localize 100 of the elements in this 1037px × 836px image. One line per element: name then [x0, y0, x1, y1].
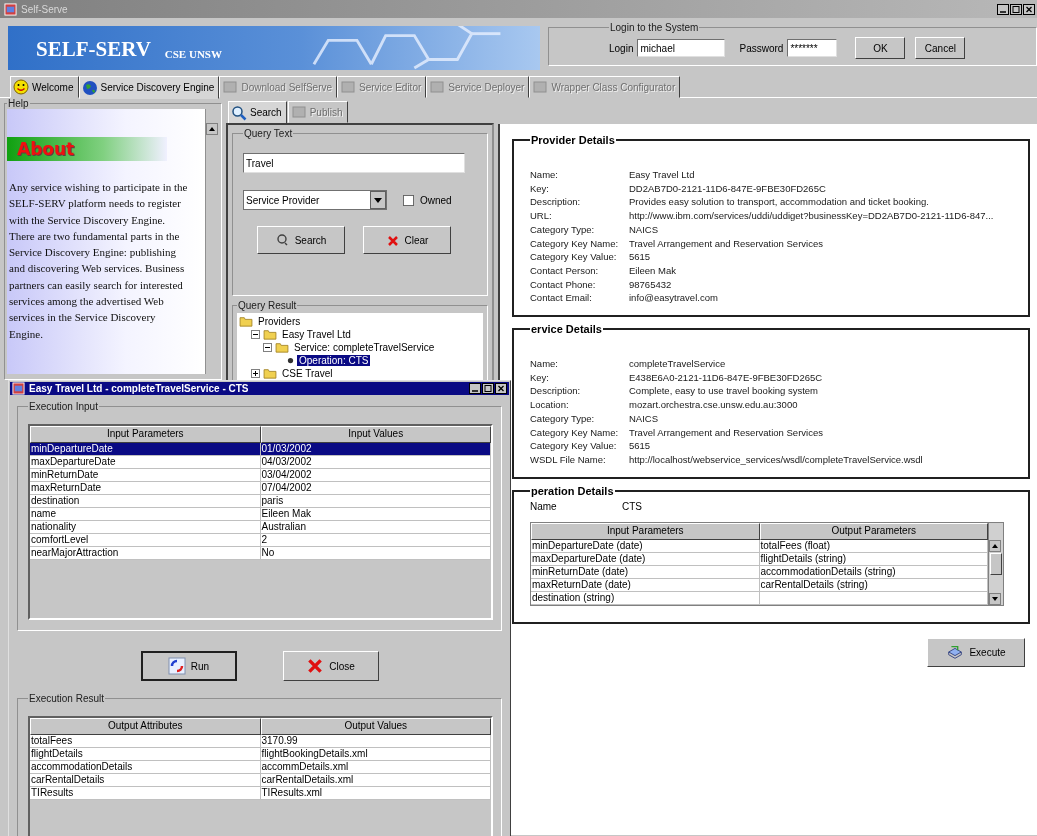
scroll-up-button[interactable] — [989, 539, 1001, 552]
table-cell: carRentalDetails (string) — [759, 578, 988, 591]
field-value: Travel Arrangement and Reservation Services — [629, 236, 824, 251]
table-row[interactable]: minReturnDate 03/04/2002 — [30, 469, 491, 482]
field-value: Easy Travel Ltd — [629, 168, 696, 182]
column-header[interactable]: Output Values — [260, 718, 491, 735]
box-icon — [222, 79, 239, 95]
table-cell: name — [30, 508, 261, 520]
minimize-button[interactable] — [997, 3, 1009, 15]
run-button[interactable]: Run — [140, 651, 237, 681]
field-label: URL: — [530, 209, 553, 223]
password-field[interactable]: ******* — [787, 39, 838, 57]
banner-title: SELF-SERV — [36, 39, 151, 60]
tree-item[interactable]: Easy Travel Ltd — [280, 329, 353, 340]
column-header[interactable]: Output Parameters — [759, 522, 988, 540]
column-header[interactable]: Input Values — [260, 426, 491, 443]
table-cell: flightDetails — [30, 748, 261, 760]
close-button[interactable] — [495, 383, 507, 394]
cancel-button[interactable]: Cancel — [915, 37, 966, 59]
clear-button[interactable]: Clear — [363, 226, 451, 254]
field-value: http://www.ibm.com/services/uddi/uddiget?businessKey=DD2AB7D0-2121-11D6-847... — [629, 209, 995, 223]
minimize-button[interactable] — [469, 383, 481, 394]
checkbox[interactable] — [403, 194, 414, 206]
section-title: ervice Details — [530, 323, 603, 336]
table-cell: maxReturnDate — [30, 482, 261, 494]
scrollbar[interactable] — [989, 521, 1004, 606]
maximize-button[interactable] — [482, 383, 494, 394]
table-cell: totalFees (float) — [759, 539, 988, 552]
execute-button[interactable]: Execute — [927, 637, 1025, 667]
field-label: Key: — [530, 181, 550, 196]
table-row[interactable]: destination paris — [30, 495, 491, 508]
cycle-icon — [167, 657, 186, 675]
table-row[interactable]: maxDepartureDate 04/03/2002 — [30, 456, 491, 469]
tab[interactable]: Service Discovery Engine — [78, 76, 220, 99]
scroll-down-button[interactable] — [989, 592, 1001, 605]
collapse-icon[interactable] — [263, 343, 272, 352]
field-label: Location: — [530, 398, 570, 412]
table-cell: 04/03/2002 — [260, 456, 491, 468]
window-title: Easy Travel Ltd - completeTravelService - CTS — [29, 383, 249, 394]
tab[interactable]: Welcome — [10, 76, 79, 98]
table-row[interactable]: comfortLevel 2 — [30, 534, 491, 547]
table-row[interactable]: maxReturnDate 07/04/2002 — [30, 482, 491, 495]
table-row[interactable]: nationality Australian — [30, 521, 491, 534]
table-cell: No — [260, 547, 491, 559]
tree-item[interactable]: Operation: CTS — [297, 355, 371, 366]
field-label: Description: — [530, 384, 582, 399]
field-label: Category Type: — [530, 222, 596, 237]
field-label: WSDL File Name: — [530, 452, 607, 467]
field-label: Category Type: — [530, 411, 596, 426]
x-icon — [385, 233, 400, 247]
magnifier-icon — [231, 104, 247, 121]
tree-item[interactable]: Providers — [256, 316, 303, 327]
maximize-button[interactable] — [1010, 3, 1022, 15]
folder-icon — [263, 329, 277, 340]
type-dropdown[interactable]: Service Provider — [243, 190, 387, 210]
field-label: Contact Phone: — [530, 277, 597, 292]
tab[interactable]: Search — [228, 101, 287, 124]
table-row[interactable]: nearMajorAttraction No — [30, 547, 491, 560]
query-field[interactable]: Travel — [243, 153, 465, 173]
table-cell: totalFees — [30, 735, 261, 747]
banner-subtitle: CSE UNSW — [164, 49, 222, 60]
field-value: NAICS — [629, 411, 660, 426]
table-cell: destination (string) — [531, 591, 760, 604]
column-header[interactable]: Output Attributes — [30, 718, 261, 735]
field-value: 5615 — [629, 439, 652, 453]
table-row[interactable]: name Eileen Mak — [30, 508, 491, 521]
expand-icon[interactable] — [251, 369, 260, 378]
table-cell: 03/04/2002 — [260, 469, 491, 481]
field-label: Login — [609, 42, 634, 54]
column-header[interactable]: Input Parameters — [531, 522, 760, 540]
help-heading: About — [16, 139, 75, 159]
folder-icon — [239, 316, 253, 327]
close-button[interactable] — [1023, 3, 1035, 15]
field-label: Name: — [530, 168, 559, 182]
section-title: Execution Result — [28, 693, 106, 704]
field-label: Category Key Value: — [530, 439, 618, 453]
search-icon — [275, 233, 290, 247]
login-field[interactable]: michael — [637, 39, 726, 57]
tree-item[interactable]: Service: completeTravelService — [292, 342, 437, 353]
field-value: mozart.orchestra.cse.unsw.edu.au:3000 — [629, 398, 799, 412]
scroll-up-button[interactable] — [206, 123, 218, 135]
field-value: Provides easy solution to transport, accommodation and ticket booking. — [629, 195, 930, 210]
search-button[interactable]: Search — [257, 226, 345, 254]
ok-button[interactable]: OK — [855, 37, 906, 59]
column-header[interactable]: Input Parameters — [30, 426, 261, 443]
section-title: Query Text — [243, 128, 294, 139]
smiley-icon — [13, 79, 29, 95]
table-row[interactable]: minDepartureDate 01/03/2002 — [30, 443, 491, 456]
field-label: Name — [530, 500, 558, 512]
field-value: NAICS — [629, 222, 660, 237]
tree-item[interactable]: CSE Travel — [280, 368, 335, 379]
close-button[interactable]: Close — [282, 651, 379, 681]
table-cell: TIResults.xml — [260, 787, 491, 799]
table-cell: Australian — [260, 521, 491, 533]
field-label: Category Key Name: — [530, 425, 620, 440]
box-icon — [429, 79, 446, 95]
collapse-icon[interactable] — [251, 330, 260, 339]
scroll-thumb[interactable] — [990, 552, 1002, 575]
app-icon — [12, 382, 25, 395]
section-title: peration Details — [530, 484, 615, 497]
